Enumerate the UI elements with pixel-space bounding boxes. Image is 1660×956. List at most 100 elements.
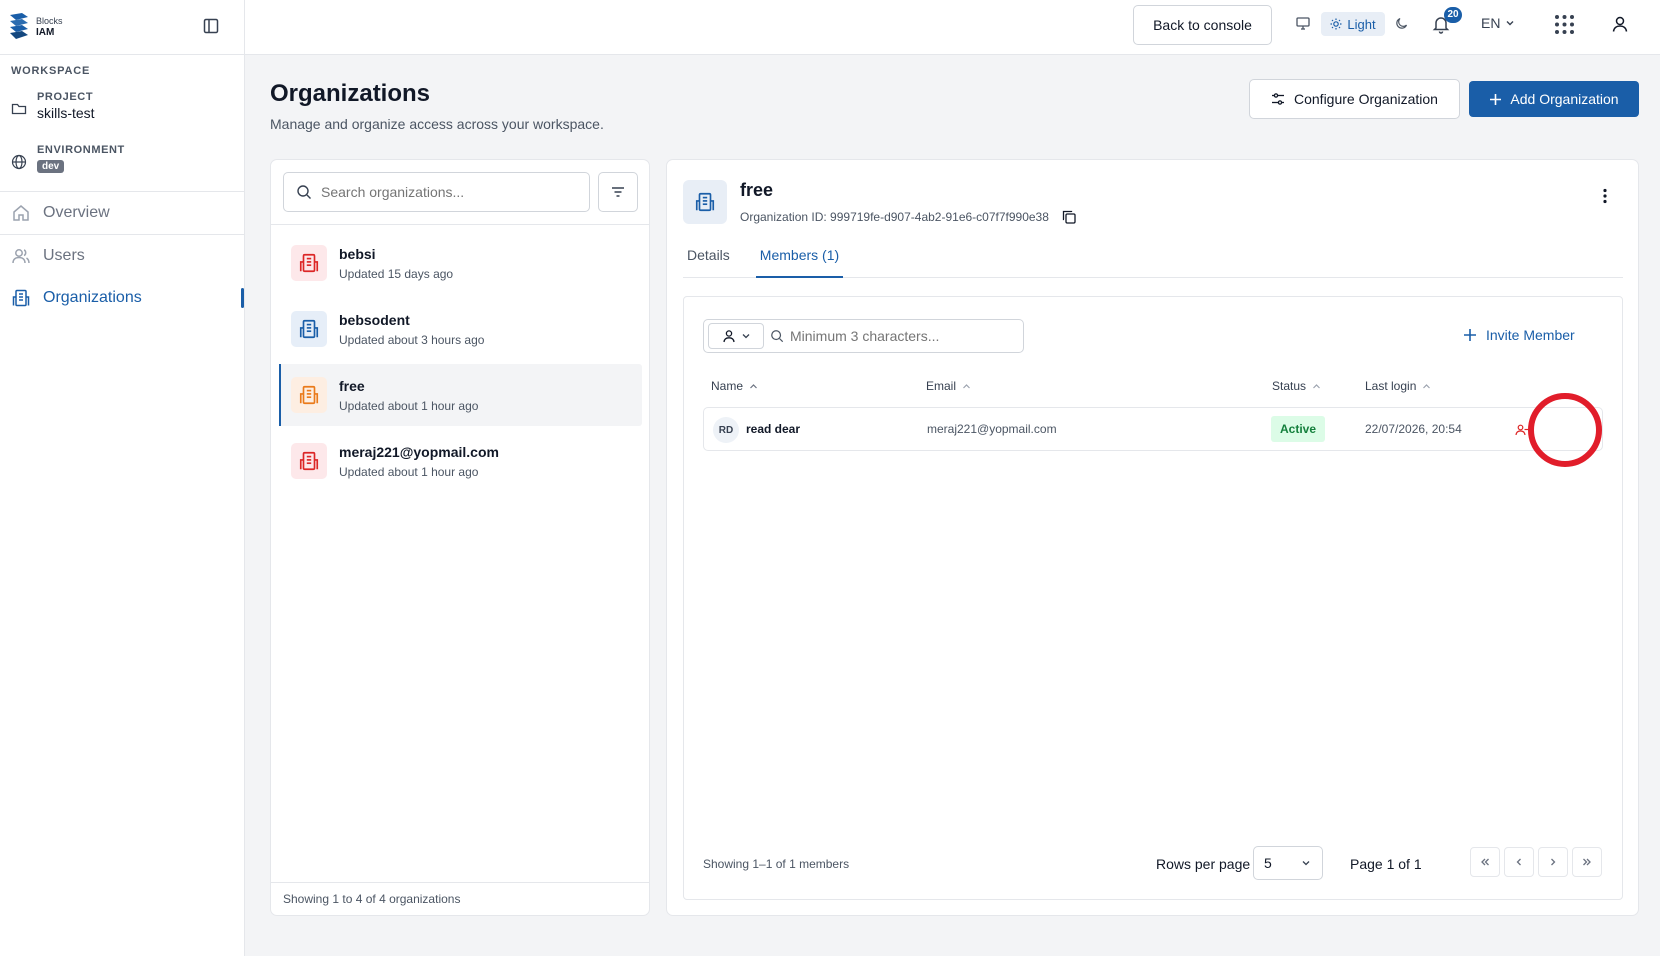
column-name-label: Name <box>711 379 744 393</box>
language-selector[interactable]: EN <box>1481 15 1516 31</box>
members-footer: Showing 1–1 of 1 members <box>703 857 850 871</box>
organization-updated: Updated about 1 hour ago <box>339 398 479 413</box>
back-to-console-button[interactable]: Back to console <box>1133 5 1272 45</box>
tab-details[interactable]: Details <box>683 240 734 278</box>
building-icon <box>299 253 319 273</box>
organization-search[interactable] <box>283 172 590 212</box>
chevron-left-icon <box>1516 858 1521 866</box>
configure-organization-button[interactable]: Configure Organization <box>1249 79 1460 119</box>
member-email: meraj221@yopmail.com <box>927 422 1057 436</box>
organization-list-panel: bebsi Updated 15 days ago bebsodent Upda… <box>270 159 650 916</box>
members-card: Invite Member Name Email Status Last log… <box>683 296 1623 900</box>
building-icon <box>299 451 319 471</box>
organization-updated: Updated about 3 hours ago <box>339 332 485 347</box>
brand-name: Blocks IAM <box>36 15 63 39</box>
filter-icon <box>612 187 624 197</box>
organization-name: bebsi <box>339 245 376 262</box>
building-icon <box>695 192 715 212</box>
add-organization-button[interactable]: Add Organization <box>1469 81 1639 117</box>
page-title: Organizations <box>270 80 431 107</box>
plus-icon <box>1490 93 1502 105</box>
project-selector[interactable]: PROJECT skills-test <box>0 85 244 138</box>
column-status-label: Status <box>1272 379 1307 393</box>
rows-per-page-value: 5 <box>1264 855 1272 871</box>
environment-selector[interactable]: ENVIRONMENT dev <box>0 138 244 191</box>
nav-organizations-label: Organizations <box>43 289 142 306</box>
organization-avatar <box>291 311 327 347</box>
member-search-type-select[interactable] <box>708 323 764 349</box>
detail-tabs: Details Members (1) <box>683 240 1623 278</box>
sidebar-toggle-icon[interactable] <box>202 17 220 35</box>
column-header-last-login[interactable]: Last login <box>1365 379 1431 393</box>
avatar: RD <box>713 417 739 443</box>
moon-icon[interactable] <box>1395 16 1409 30</box>
apps-grid-icon[interactable] <box>1554 14 1575 35</box>
first-page-button[interactable] <box>1470 847 1500 877</box>
chevron-right-icon <box>1551 858 1556 866</box>
previous-page-button[interactable] <box>1504 847 1534 877</box>
theme-light-button[interactable]: Light <box>1321 12 1385 36</box>
globe-icon <box>11 154 27 170</box>
organization-item-free[interactable]: free Updated about 1 hour ago <box>279 364 642 426</box>
column-header-name[interactable]: Name <box>711 379 758 393</box>
monitor-icon[interactable] <box>1295 15 1311 31</box>
member-last-login: 22/07/2026, 20:54 <box>1365 422 1462 436</box>
next-page-button[interactable] <box>1538 847 1568 877</box>
language-label: EN <box>1481 15 1501 31</box>
organization-search-input[interactable] <box>321 184 571 200</box>
last-page-button[interactable] <box>1572 847 1602 877</box>
table-row: RD read dear meraj221@yopmail.com Active… <box>703 407 1603 451</box>
sort-up-icon <box>1423 383 1431 388</box>
organization-id-text: Organization ID: 999719fe-d907-4ab2-91e6… <box>740 210 1049 224</box>
member-search-input[interactable] <box>790 328 1020 344</box>
page-info: Page 1 of 1 <box>1350 856 1422 872</box>
organization-avatar <box>291 377 327 413</box>
organization-avatar <box>291 443 327 479</box>
column-email-label: Email <box>926 379 957 393</box>
nav-users[interactable]: Users <box>0 235 244 277</box>
chevron-down-icon <box>742 334 749 339</box>
organization-item-meraj221[interactable]: meraj221@yopmail.com Updated about 1 hou… <box>279 430 642 492</box>
more-options-icon[interactable] <box>1595 186 1615 206</box>
workspace-label: WORKSPACE <box>11 65 91 77</box>
chevrons-right-icon <box>1583 858 1591 866</box>
organization-detail-panel: free Organization ID: 999719fe-d907-4ab2… <box>666 159 1639 916</box>
organization-updated: Updated 15 days ago <box>339 266 454 281</box>
copy-icon[interactable] <box>1061 209 1077 225</box>
organization-updated: Updated about 1 hour ago <box>339 464 479 479</box>
sidebar: Blocks IAM WORKSPACE PROJECT skills-test… <box>0 0 245 956</box>
nav-organizations[interactable]: Organizations <box>0 277 244 319</box>
chevrons-left-icon <box>1481 858 1489 866</box>
organization-list: bebsi Updated 15 days ago bebsodent Upda… <box>279 232 642 496</box>
status-badge: Active <box>1271 416 1326 442</box>
chevron-down-icon <box>1302 861 1310 866</box>
user-profile-icon[interactable] <box>1611 15 1629 33</box>
member-name: read dear <box>746 422 801 436</box>
home-icon <box>13 205 29 221</box>
building-icon <box>299 319 319 339</box>
organization-list-footer: Showing 1 to 4 of 4 organizations <box>271 882 649 915</box>
invite-member-label: Invite Member <box>1486 327 1575 343</box>
organization-item-bebsi[interactable]: bebsi Updated 15 days ago <box>279 232 642 294</box>
add-organization-label: Add Organization <box>1510 91 1619 107</box>
organization-name: meraj221@yopmail.com <box>339 443 499 460</box>
chevron-down-icon <box>1506 21 1514 26</box>
brand-line1: Blocks <box>36 16 63 26</box>
sliders-icon <box>1272 93 1284 105</box>
column-header-status[interactable]: Status <box>1272 379 1321 393</box>
invite-member-button[interactable]: Invite Member <box>1463 327 1575 343</box>
rows-per-page-label: Rows per page <box>1156 856 1251 872</box>
theme-light-label: Light <box>1347 16 1376 32</box>
organization-item-bebsodent[interactable]: bebsodent Updated about 3 hours ago <box>279 298 642 360</box>
rows-per-page-select[interactable]: 5 <box>1253 846 1323 880</box>
blocks-logo-icon <box>10 13 28 39</box>
nav-overview[interactable]: Overview <box>0 192 244 234</box>
organization-id: Organization ID: 999719fe-d907-4ab2-91e6… <box>740 209 1077 225</box>
column-header-email[interactable]: Email <box>926 379 971 393</box>
tab-members[interactable]: Members (1) <box>755 240 844 278</box>
environment-badge: dev <box>37 160 65 173</box>
remove-member-button[interactable] <box>1510 418 1534 442</box>
filter-button[interactable] <box>598 172 638 212</box>
search-icon <box>297 185 311 199</box>
notification-count-badge: 20 <box>1444 7 1462 23</box>
